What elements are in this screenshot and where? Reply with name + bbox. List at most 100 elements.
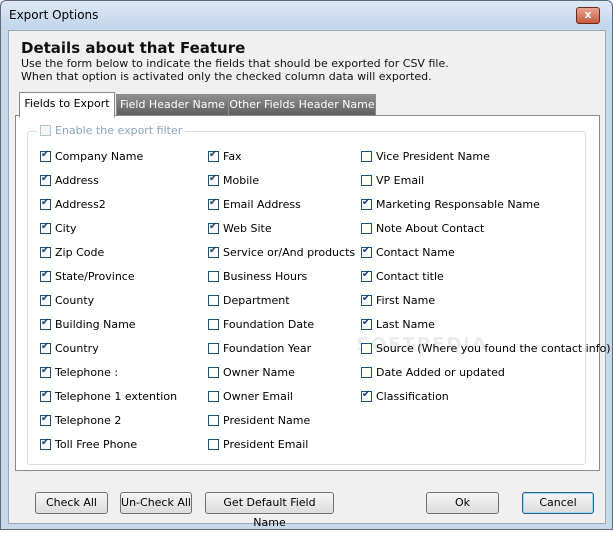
field-checkbox[interactable] [40, 173, 51, 186]
close-button[interactable]: x [576, 7, 600, 24]
field-checkbox[interactable] [208, 221, 219, 234]
field-option[interactable]: Source (Where you found the contact info… [361, 342, 611, 355]
field-option[interactable]: Address2 [40, 197, 106, 211]
field-option[interactable]: Fax [208, 149, 242, 163]
field-checkbox[interactable] [361, 389, 372, 402]
field-label: Contact title [376, 270, 444, 283]
field-label: Marketing Responsable Name [376, 198, 540, 211]
field-label: Last Name [376, 318, 435, 331]
field-checkbox[interactable] [40, 317, 51, 330]
field-option[interactable]: Owner Email [208, 390, 293, 403]
field-option[interactable]: Date Added or updated [361, 366, 505, 379]
field-option[interactable]: Telephone 1 extention [40, 389, 177, 403]
field-checkbox[interactable] [361, 223, 372, 234]
ok-button[interactable]: Ok [426, 492, 499, 514]
field-checkbox[interactable] [40, 221, 51, 234]
field-checkbox[interactable] [208, 343, 219, 354]
tab-fields-to-export[interactable]: Fields to Export [19, 92, 115, 118]
field-checkbox[interactable] [208, 173, 219, 186]
field-option[interactable]: Owner Name [208, 366, 295, 379]
field-checkbox[interactable] [40, 245, 51, 258]
field-checkbox[interactable] [40, 293, 51, 306]
field-label: Owner Name [223, 366, 295, 379]
field-option[interactable]: Building Name [40, 317, 136, 331]
tab-panel-fields-to-export: Enable the export filter SOFTPEDIA Compa… [15, 115, 611, 471]
field-checkbox[interactable] [208, 391, 219, 402]
field-option[interactable]: County [40, 293, 94, 307]
uncheck-all-button[interactable]: Un-Check All [120, 492, 192, 514]
field-label: Telephone 2 [55, 414, 122, 427]
field-checkbox[interactable] [208, 439, 219, 450]
field-label: Classification [376, 390, 449, 403]
check-all-button[interactable]: Check All [35, 492, 108, 514]
field-label: Contact Name [376, 246, 455, 259]
field-checkbox[interactable] [208, 319, 219, 330]
field-option[interactable]: Company Name [40, 149, 143, 163]
field-option[interactable]: Business Hours [208, 270, 307, 283]
field-checkbox[interactable] [361, 317, 372, 330]
field-option[interactable]: Telephone 2 [40, 413, 122, 427]
field-checkbox[interactable] [361, 293, 372, 306]
field-checkbox[interactable] [208, 197, 219, 210]
field-checkbox[interactable] [361, 197, 372, 210]
field-option[interactable]: Note About Contact [361, 222, 484, 235]
field-option[interactable]: VP Email [361, 174, 424, 187]
field-checkbox[interactable] [361, 151, 372, 162]
enable-export-filter[interactable]: Enable the export filter [37, 124, 186, 137]
cancel-button[interactable]: Cancel [522, 492, 594, 514]
field-checkbox[interactable] [40, 149, 51, 162]
field-checkbox[interactable] [40, 413, 51, 426]
field-checkbox[interactable] [40, 197, 51, 210]
tab-field-header-name[interactable]: Field Header Name [116, 94, 229, 115]
enable-filter-checkbox[interactable] [40, 125, 51, 136]
field-checkbox[interactable] [208, 367, 219, 378]
field-checkbox[interactable] [40, 365, 51, 378]
field-checkbox[interactable] [208, 271, 219, 282]
field-checkbox[interactable] [208, 295, 219, 306]
field-option[interactable]: Classification [361, 389, 449, 403]
field-checkbox[interactable] [208, 245, 219, 258]
field-option[interactable]: Department [208, 294, 290, 307]
dialog-client-area: Details about that Feature Use the form … [8, 30, 611, 529]
field-checkbox[interactable] [40, 437, 51, 450]
field-label: Service or/And products [223, 246, 356, 259]
window-title: Export Options [9, 8, 99, 22]
field-option[interactable]: Last Name [361, 317, 435, 331]
field-label: Telephone : [55, 366, 119, 379]
field-option[interactable]: First Name [361, 293, 435, 307]
field-option[interactable]: Contact Name [361, 245, 455, 259]
field-option[interactable]: Foundation Year [208, 342, 311, 355]
title-bar[interactable]: Export Options x [1, 1, 612, 29]
field-option[interactable]: Mobile [208, 173, 259, 187]
field-option[interactable]: Email Address [208, 197, 301, 211]
field-label: Source (Where you found the contact info… [376, 342, 611, 355]
field-option[interactable]: Vice President Name [361, 150, 490, 163]
field-option[interactable]: City [40, 221, 77, 235]
field-option[interactable]: Zip Code [40, 245, 104, 259]
field-checkbox[interactable] [361, 175, 372, 186]
field-checkbox[interactable] [40, 341, 51, 354]
field-option[interactable]: Country [40, 341, 99, 355]
field-option[interactable]: Toll Free Phone [40, 437, 137, 451]
field-option[interactable]: Marketing Responsable Name [361, 197, 540, 211]
field-checkbox[interactable] [361, 245, 372, 258]
field-checkbox[interactable] [40, 389, 51, 402]
field-option[interactable]: Web Site [208, 221, 272, 235]
tab-other-fields-header-name[interactable]: Other Fields Header Name [228, 94, 376, 115]
field-checkbox[interactable] [361, 367, 372, 378]
field-option[interactable]: Telephone : [40, 365, 119, 379]
field-checkbox[interactable] [361, 343, 372, 354]
field-label: Business Hours [223, 270, 308, 283]
field-checkbox[interactable] [40, 269, 51, 282]
field-option[interactable]: Address [40, 173, 99, 187]
field-option[interactable]: Service or/And products [208, 245, 356, 259]
field-option[interactable]: President Email [208, 438, 308, 451]
field-option[interactable]: Contact title [361, 269, 444, 283]
field-checkbox[interactable] [208, 149, 219, 162]
field-option[interactable]: President Name [208, 414, 310, 427]
field-checkbox[interactable] [208, 415, 219, 426]
field-checkbox[interactable] [361, 269, 372, 282]
field-option[interactable]: Foundation Date [208, 318, 314, 331]
field-option[interactable]: State/Province [40, 269, 135, 283]
get-default-field-name-button[interactable]: Get Default Field Name [205, 492, 334, 529]
